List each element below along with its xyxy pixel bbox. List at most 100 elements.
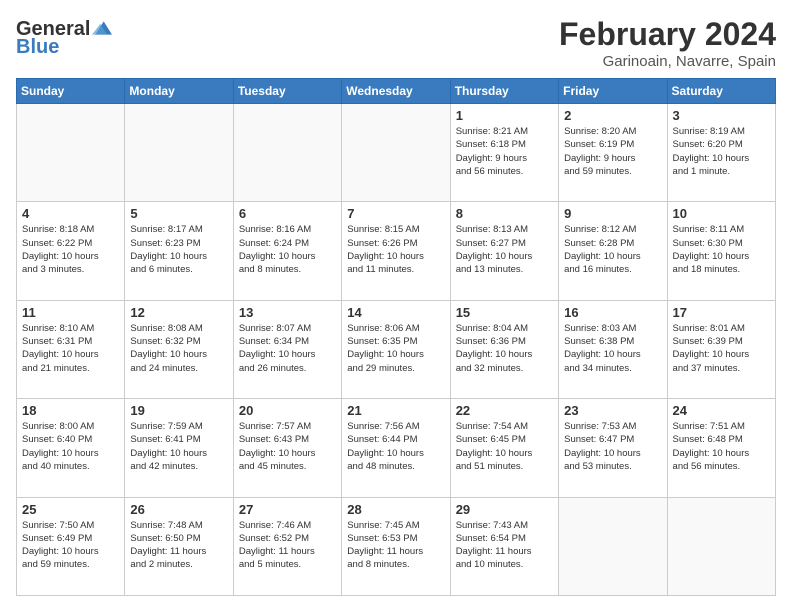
day-info: Sunrise: 7:43 AM Sunset: 6:54 PM Dayligh…: [456, 519, 553, 572]
calendar-cell: 29 Sunrise: 7:43 AM Sunset: 6:54 PM Dayli…: [450, 497, 558, 595]
calendar-cell: 17 Sunrise: 8:01 AM Sunset: 6:39 PM Dayli…: [667, 300, 775, 398]
weekday-header-friday: Friday: [559, 79, 667, 104]
day-info: Sunrise: 7:54 AM Sunset: 6:45 PM Dayligh…: [456, 420, 553, 473]
day-number: 3: [673, 108, 770, 123]
calendar-title: February 2024: [559, 16, 776, 53]
calendar-week-row: 25Sunrise: 7:50 AM Sunset: 6:49 PM Dayli…: [17, 497, 776, 595]
calendar-cell: 6 Sunrise: 8:16 AM Sunset: 6:24 PM Daylig…: [233, 202, 341, 300]
weekday-header-sunday: Sunday: [17, 79, 125, 104]
day-number: 11: [22, 305, 119, 320]
day-info: Sunrise: 8:20 AM Sunset: 6:19 PM Dayligh…: [564, 125, 661, 178]
day-number: 1: [456, 108, 553, 123]
day-info: Sunrise: 8:12 AM Sunset: 6:28 PM Dayligh…: [564, 223, 661, 276]
day-number: 12: [130, 305, 227, 320]
day-info: Sunrise: 7:50 AM Sunset: 6:49 PM Dayligh…: [22, 519, 119, 572]
calendar-cell: [233, 104, 341, 202]
day-info: Sunrise: 8:18 AM Sunset: 6:22 PM Dayligh…: [22, 223, 119, 276]
logo-icon: [92, 18, 112, 38]
calendar-cell: 11 Sunrise: 8:10 AM Sunset: 6:31 PM Dayli…: [17, 300, 125, 398]
day-info: Sunrise: 8:17 AM Sunset: 6:23 PM Dayligh…: [130, 223, 227, 276]
calendar-subtitle: Garinoain, Navarre, Spain: [559, 53, 776, 70]
day-info: Sunrise: 8:10 AM Sunset: 6:31 PM Dayligh…: [22, 322, 119, 375]
calendar-cell: 2 Sunrise: 8:20 AM Sunset: 6:19 PM Daylig…: [559, 104, 667, 202]
calendar-cell: 24Sunrise: 7:51 AM Sunset: 6:48 PM Dayli…: [667, 399, 775, 497]
day-number: 22: [456, 403, 553, 418]
calendar-cell: 22 Sunrise: 7:54 AM Sunset: 6:45 PM Dayli…: [450, 399, 558, 497]
day-number: 13: [239, 305, 336, 320]
day-info: Sunrise: 7:51 AM Sunset: 6:48 PM Dayligh…: [673, 420, 770, 473]
calendar-cell: 8Sunrise: 8:13 AM Sunset: 6:27 PM Daylig…: [450, 202, 558, 300]
day-number: 2: [564, 108, 661, 123]
calendar-cell: 4 Sunrise: 8:18 AM Sunset: 6:22 PM Daylig…: [17, 202, 125, 300]
calendar-cell: [17, 104, 125, 202]
weekday-header-row: SundayMondayTuesdayWednesdayThursdayFrid…: [17, 79, 776, 104]
day-info: Sunrise: 8:19 AM Sunset: 6:20 PM Dayligh…: [673, 125, 770, 178]
calendar-cell: 15 Sunrise: 8:04 AM Sunset: 6:36 PM Dayli…: [450, 300, 558, 398]
calendar-cell: 20Sunrise: 7:57 AM Sunset: 6:43 PM Dayli…: [233, 399, 341, 497]
calendar-week-row: 18 Sunrise: 8:00 AM Sunset: 6:40 PM Dayli…: [17, 399, 776, 497]
calendar-cell: 23Sunrise: 7:53 AM Sunset: 6:47 PM Dayli…: [559, 399, 667, 497]
day-number: 18: [22, 403, 119, 418]
calendar-cell: 9Sunrise: 8:12 AM Sunset: 6:28 PM Daylig…: [559, 202, 667, 300]
day-info: Sunrise: 7:57 AM Sunset: 6:43 PM Dayligh…: [239, 420, 336, 473]
day-number: 19: [130, 403, 227, 418]
day-number: 4: [22, 206, 119, 221]
day-info: Sunrise: 8:03 AM Sunset: 6:38 PM Dayligh…: [564, 322, 661, 375]
page: General Blue February 2024 Garinoain, Na…: [0, 0, 792, 612]
day-number: 16: [564, 305, 661, 320]
day-info: Sunrise: 8:06 AM Sunset: 6:35 PM Dayligh…: [347, 322, 444, 375]
day-number: 6: [239, 206, 336, 221]
weekday-header-saturday: Saturday: [667, 79, 775, 104]
calendar-cell: [125, 104, 233, 202]
day-number: 5: [130, 206, 227, 221]
day-number: 29: [456, 502, 553, 517]
day-number: 7: [347, 206, 444, 221]
calendar-table: SundayMondayTuesdayWednesdayThursdayFrid…: [16, 78, 776, 596]
day-info: Sunrise: 7:59 AM Sunset: 6:41 PM Dayligh…: [130, 420, 227, 473]
calendar-cell: [667, 497, 775, 595]
day-info: Sunrise: 7:56 AM Sunset: 6:44 PM Dayligh…: [347, 420, 444, 473]
day-number: 15: [456, 305, 553, 320]
day-number: 8: [456, 206, 553, 221]
day-info: Sunrise: 7:53 AM Sunset: 6:47 PM Dayligh…: [564, 420, 661, 473]
calendar-cell: 3 Sunrise: 8:19 AM Sunset: 6:20 PM Daylig…: [667, 104, 775, 202]
day-number: 28: [347, 502, 444, 517]
day-info: Sunrise: 8:15 AM Sunset: 6:26 PM Dayligh…: [347, 223, 444, 276]
calendar-cell: 21Sunrise: 7:56 AM Sunset: 6:44 PM Dayli…: [342, 399, 450, 497]
day-info: Sunrise: 8:00 AM Sunset: 6:40 PM Dayligh…: [22, 420, 119, 473]
day-number: 14: [347, 305, 444, 320]
weekday-header-thursday: Thursday: [450, 79, 558, 104]
day-info: Sunrise: 8:01 AM Sunset: 6:39 PM Dayligh…: [673, 322, 770, 375]
weekday-header-monday: Monday: [125, 79, 233, 104]
calendar-cell: 27 Sunrise: 7:46 AM Sunset: 6:52 PM Dayli…: [233, 497, 341, 595]
calendar-week-row: 11 Sunrise: 8:10 AM Sunset: 6:31 PM Dayli…: [17, 300, 776, 398]
title-block: February 2024 Garinoain, Navarre, Spain: [559, 16, 776, 70]
calendar-cell: 16 Sunrise: 8:03 AM Sunset: 6:38 PM Dayli…: [559, 300, 667, 398]
calendar-week-row: 4 Sunrise: 8:18 AM Sunset: 6:22 PM Daylig…: [17, 202, 776, 300]
day-info: Sunrise: 8:16 AM Sunset: 6:24 PM Dayligh…: [239, 223, 336, 276]
day-info: Sunrise: 8:07 AM Sunset: 6:34 PM Dayligh…: [239, 322, 336, 375]
weekday-header-tuesday: Tuesday: [233, 79, 341, 104]
calendar-cell: 28 Sunrise: 7:45 AM Sunset: 6:53 PM Dayli…: [342, 497, 450, 595]
calendar-cell: 18 Sunrise: 8:00 AM Sunset: 6:40 PM Dayli…: [17, 399, 125, 497]
calendar-cell: 25Sunrise: 7:50 AM Sunset: 6:49 PM Dayli…: [17, 497, 125, 595]
day-info: Sunrise: 8:08 AM Sunset: 6:32 PM Dayligh…: [130, 322, 227, 375]
day-number: 10: [673, 206, 770, 221]
day-info: Sunrise: 7:48 AM Sunset: 6:50 PM Dayligh…: [130, 519, 227, 572]
logo: General Blue: [16, 16, 114, 59]
day-info: Sunrise: 8:04 AM Sunset: 6:36 PM Dayligh…: [456, 322, 553, 375]
day-info: Sunrise: 7:46 AM Sunset: 6:52 PM Dayligh…: [239, 519, 336, 572]
calendar-week-row: 1 Sunrise: 8:21 AM Sunset: 6:18 PM Daylig…: [17, 104, 776, 202]
day-number: 26: [130, 502, 227, 517]
day-info: Sunrise: 8:21 AM Sunset: 6:18 PM Dayligh…: [456, 125, 553, 178]
calendar-cell: 26 Sunrise: 7:48 AM Sunset: 6:50 PM Dayli…: [125, 497, 233, 595]
day-info: Sunrise: 7:45 AM Sunset: 6:53 PM Dayligh…: [347, 519, 444, 572]
day-info: Sunrise: 8:11 AM Sunset: 6:30 PM Dayligh…: [673, 223, 770, 276]
header: General Blue February 2024 Garinoain, Na…: [16, 16, 776, 70]
calendar-cell: [559, 497, 667, 595]
calendar-cell: 7 Sunrise: 8:15 AM Sunset: 6:26 PM Daylig…: [342, 202, 450, 300]
calendar-cell: 5 Sunrise: 8:17 AM Sunset: 6:23 PM Daylig…: [125, 202, 233, 300]
calendar-cell: 12 Sunrise: 8:08 AM Sunset: 6:32 PM Dayli…: [125, 300, 233, 398]
day-number: 27: [239, 502, 336, 517]
day-number: 17: [673, 305, 770, 320]
